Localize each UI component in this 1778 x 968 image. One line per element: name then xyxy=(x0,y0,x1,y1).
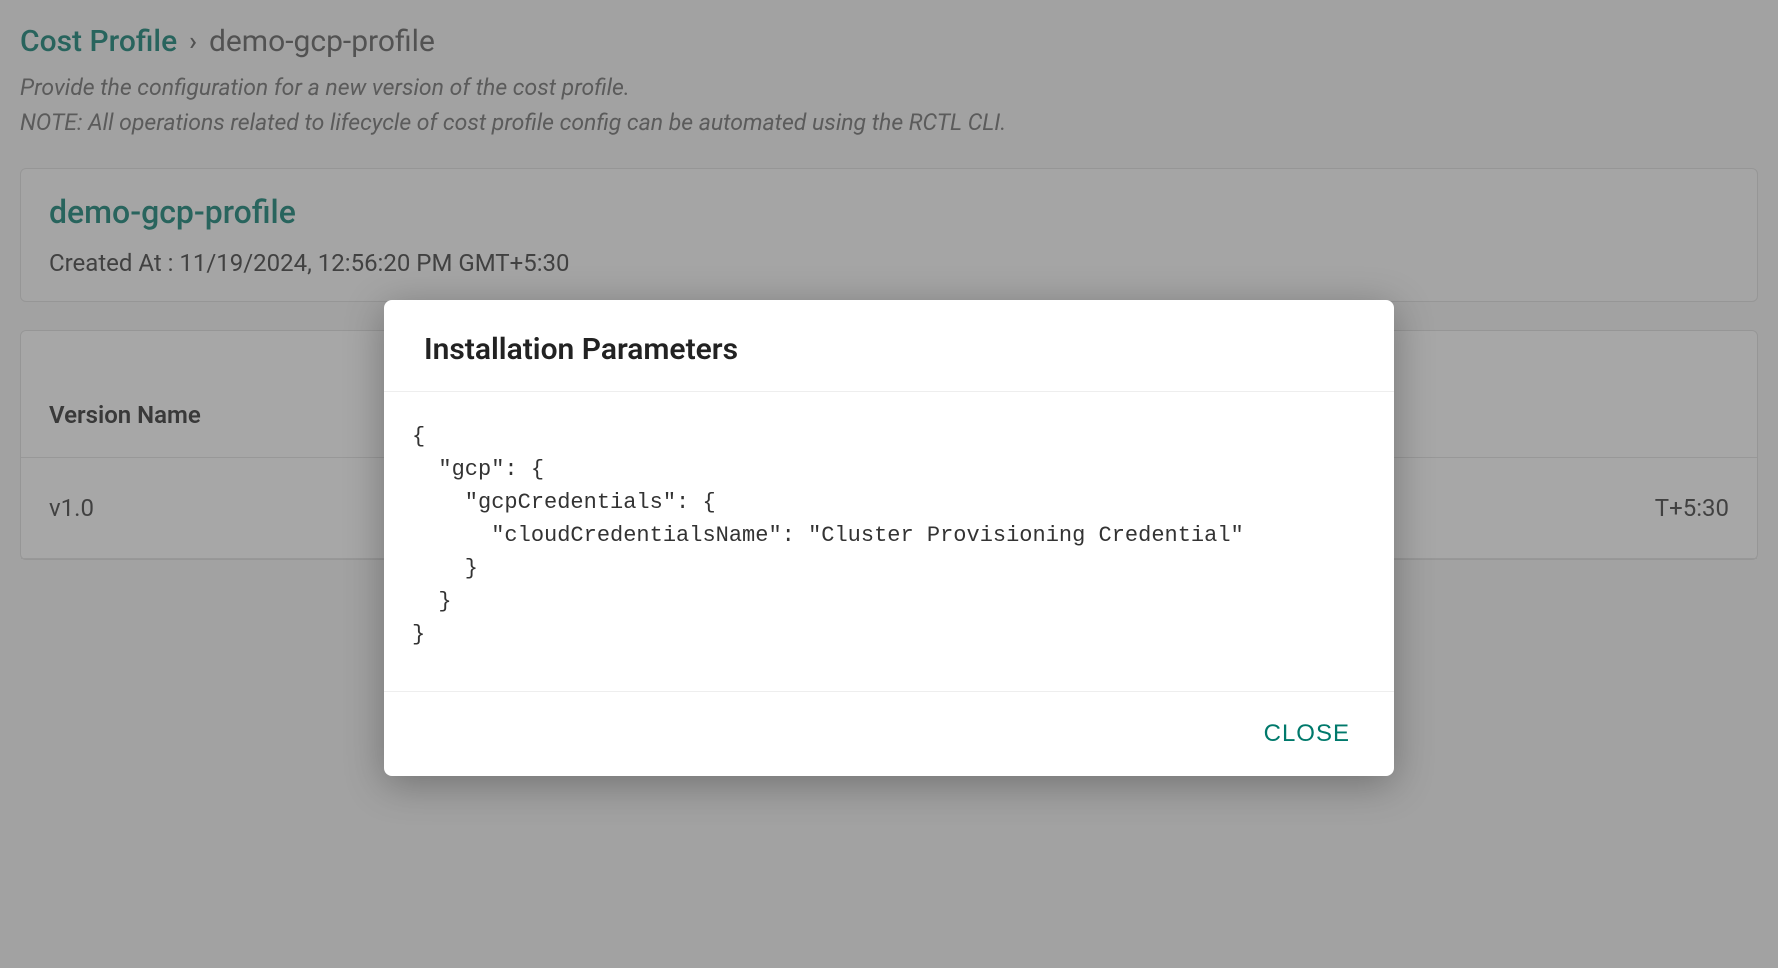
modal-body-json: { "gcp": { "gcpCredentials": { "cloudCre… xyxy=(384,392,1394,692)
close-button[interactable]: CLOSE xyxy=(1252,712,1362,756)
modal-footer: CLOSE xyxy=(384,692,1394,776)
modal-header: Installation Parameters xyxy=(384,300,1394,392)
modal-overlay[interactable]: Installation Parameters { "gcp": { "gcpC… xyxy=(0,0,1778,968)
modal-title: Installation Parameters xyxy=(424,332,1354,367)
installation-parameters-modal: Installation Parameters { "gcp": { "gcpC… xyxy=(384,300,1394,776)
